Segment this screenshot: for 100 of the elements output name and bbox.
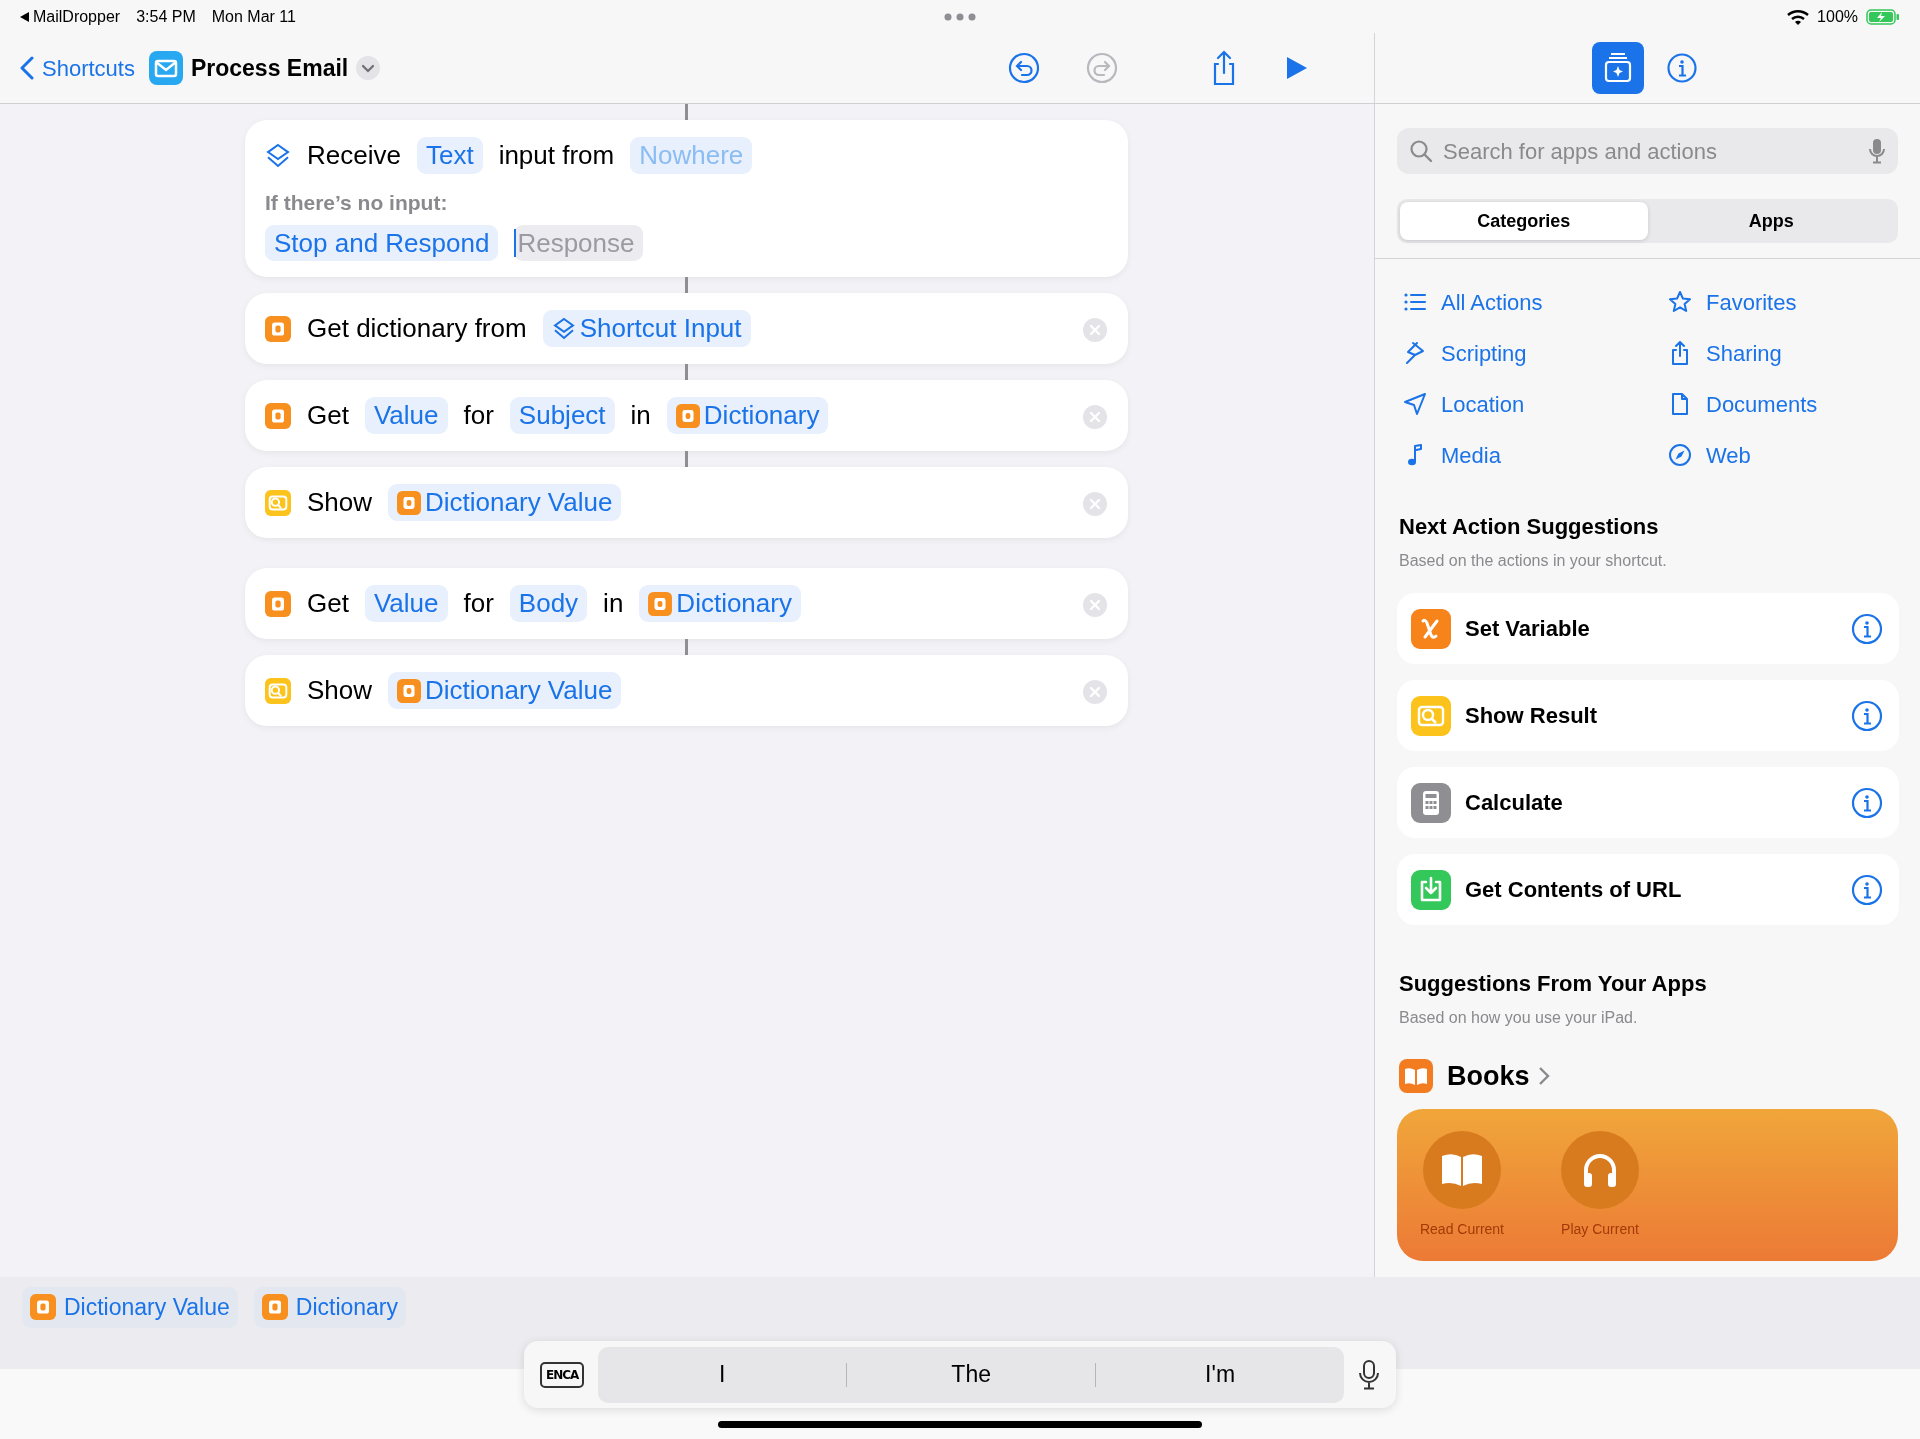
- suggested-action[interactable]: Show Result: [1397, 680, 1899, 751]
- search-bar[interactable]: Search for apps and actions: [1397, 128, 1898, 174]
- magnifier-icon: [265, 489, 291, 516]
- back-button[interactable]: Shortcuts: [20, 51, 135, 85]
- info-icon[interactable]: [1851, 612, 1883, 645]
- chevron-right-icon: [1537, 1066, 1550, 1087]
- section-heading: Suggestions From Your Apps: [1399, 970, 1708, 998]
- action-label: for: [463, 587, 494, 620]
- action-label: for: [463, 399, 494, 432]
- shortcut-title[interactable]: Process Email: [190, 50, 349, 86]
- response-field[interactable]: Response: [514, 224, 644, 261]
- dictionary-icon: [265, 315, 291, 342]
- dictionary-icon: [261, 1294, 288, 1321]
- action-label: Get dictionary from: [307, 312, 527, 345]
- back-to-app-link[interactable]: MailDropper: [33, 4, 121, 29]
- action-library-tab[interactable]: [1591, 42, 1644, 94]
- parameter-token[interactable]: Body: [509, 585, 588, 622]
- parameter-token[interactable]: Text: [416, 137, 483, 174]
- chevron-down-icon[interactable]: [356, 56, 381, 80]
- suggestion-label: Set Variable: [1465, 615, 1590, 643]
- section-subtitle: Based on how you use your iPad.: [1399, 1008, 1639, 1028]
- dictionary-icon: [648, 591, 673, 616]
- dictionary-icon: [397, 678, 422, 703]
- dictionary-icon: [30, 1294, 56, 1321]
- action-label: in: [630, 399, 651, 432]
- action-label: Receive: [307, 139, 401, 172]
- dictionary-icon: [265, 402, 291, 429]
- layers-icon: [551, 316, 576, 341]
- location-arrow-icon: [1403, 392, 1427, 416]
- book-app-icon: [1399, 1059, 1433, 1094]
- variable-token[interactable]: Shortcut Input: [542, 310, 751, 347]
- suggestion-label: Calculate: [1465, 789, 1563, 817]
- action-label: Show: [307, 486, 373, 519]
- dictionary-icon: [397, 490, 422, 515]
- back-triangle-icon: [20, 11, 29, 22]
- category-item[interactable]: Documents: [1668, 387, 1920, 421]
- category-item[interactable]: Favorites: [1668, 285, 1920, 319]
- segment-tab[interactable]: Apps: [1647, 202, 1895, 240]
- variable-token[interactable]: Dictionary: [639, 585, 801, 622]
- variable-token[interactable]: Dictionary Value: [388, 484, 622, 521]
- close-icon: [1082, 404, 1108, 431]
- category-item[interactable]: Web: [1668, 438, 1920, 472]
- close-icon: [1082, 317, 1108, 344]
- prediction-button[interactable]: The: [847, 1354, 1096, 1395]
- prediction-button[interactable]: I'm: [1096, 1354, 1344, 1395]
- category-item[interactable]: All Actions: [1403, 285, 1668, 319]
- app-link[interactable]: Books: [1447, 1056, 1550, 1097]
- info-icon[interactable]: [1851, 786, 1883, 819]
- search-field[interactable]: Search for apps and actions: [1441, 133, 1860, 169]
- status-time: 3:54 PM: [136, 6, 196, 27]
- action-label: Show: [307, 674, 373, 707]
- battery-percentage: 100%: [1817, 6, 1858, 27]
- variable-token[interactable]: Dictionary Value: [22, 1287, 238, 1328]
- keyboard-language-button[interactable]: ENCA: [540, 1361, 585, 1388]
- microphone-icon[interactable]: [1358, 1359, 1380, 1390]
- category-item[interactable]: Sharing: [1668, 336, 1920, 370]
- section-heading: Next Action Suggestions: [1399, 513, 1660, 541]
- search-icon: [1409, 139, 1433, 163]
- category-item[interactable]: Media: [1403, 438, 1668, 472]
- parameter-token[interactable]: Value: [364, 585, 448, 622]
- action-label: Get: [307, 399, 349, 432]
- parameter-token[interactable]: Subject: [509, 397, 615, 434]
- close-icon: [1082, 592, 1108, 619]
- layers-icon: [265, 142, 291, 169]
- close-icon: [1082, 491, 1108, 518]
- book-icon: [1440, 1151, 1484, 1188]
- magnifier-icon: [265, 677, 291, 704]
- close-icon: [1082, 679, 1108, 706]
- suggestion-label: Show Result: [1465, 702, 1597, 730]
- prediction-button[interactable]: I: [598, 1354, 847, 1395]
- variable-token[interactable]: Dictionary: [666, 397, 829, 434]
- category-item[interactable]: Scripting: [1403, 336, 1668, 370]
- suggested-action[interactable]: Set Variable: [1397, 593, 1899, 664]
- dictionary-icon: [675, 403, 700, 428]
- suggested-action[interactable]: Get Contents of URL: [1397, 854, 1899, 925]
- battery-charging-icon: [1866, 8, 1900, 25]
- parameter-token[interactable]: Value: [364, 397, 448, 434]
- multitasking-dots-icon[interactable]: [944, 12, 976, 21]
- status-date: Mon Mar 11: [211, 6, 296, 27]
- star-icon: [1668, 290, 1692, 314]
- variable-token[interactable]: Dictionary Value: [388, 672, 622, 709]
- segment-tab[interactable]: Categories: [1400, 202, 1648, 240]
- action-label: Get: [307, 587, 349, 620]
- info-icon[interactable]: [1851, 699, 1883, 732]
- suggestion-label: Get Contents of URL: [1465, 876, 1682, 904]
- chevron-left-icon: [20, 56, 34, 80]
- dictionary-icon: [265, 590, 291, 617]
- category-item[interactable]: Location: [1403, 387, 1668, 421]
- action-label: input from: [498, 139, 615, 172]
- info-icon[interactable]: [1851, 873, 1883, 906]
- wifi-icon: [1787, 8, 1810, 25]
- scripting-icon: [1403, 341, 1427, 365]
- parameter-token[interactable]: Stop and Respond: [265, 224, 499, 261]
- variable-token[interactable]: Dictionary: [253, 1287, 407, 1328]
- suggested-action[interactable]: Calculate: [1397, 767, 1899, 838]
- input-fallback-label: If there’s no input:: [265, 190, 448, 216]
- envelope-app-icon: [148, 51, 183, 85]
- compass-icon: [1668, 443, 1692, 467]
- info-icon: [1665, 52, 1698, 84]
- section-subtitle: Based on the actions in your shortcut.: [1399, 551, 1668, 571]
